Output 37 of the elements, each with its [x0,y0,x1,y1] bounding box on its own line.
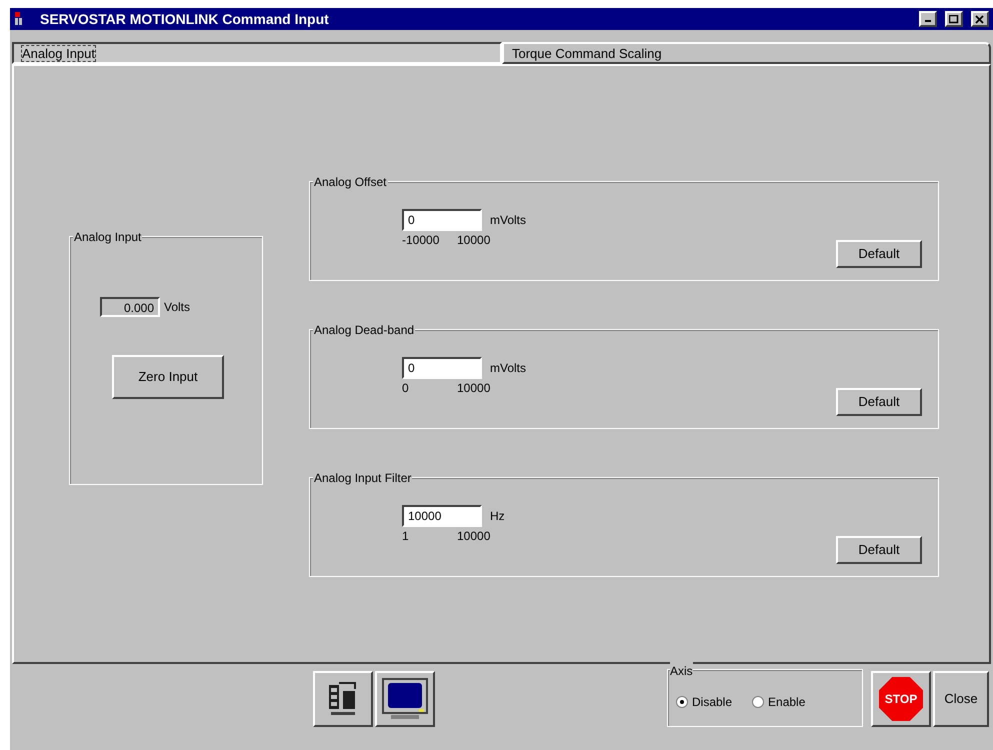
window-title: SERVOSTAR MOTIONLINK Command Input [40,10,330,29]
radio-button[interactable] [676,696,688,708]
radio-option[interactable]: Disable [676,693,732,711]
stop-button[interactable]: STOP [871,671,931,727]
min-label: 1 [402,528,410,545]
minimize-button[interactable] [919,11,937,27]
monitor-icon [381,677,429,721]
eeprom-button[interactable] [313,671,373,727]
radio-option[interactable]: Enable [752,693,806,711]
close-icon [975,14,985,24]
min-label: -10000 [402,232,440,249]
value-field[interactable]: 10000 [402,505,482,527]
minimize-icon [925,20,931,22]
tab[interactable]: Analog Input [12,42,502,64]
unit-label: Hz [490,508,505,525]
value-field[interactable]: 0 [402,209,482,231]
radio-button[interactable] [752,696,764,708]
app-icon [14,12,24,26]
unit-label: mVolts [490,360,526,377]
max-label: 10000 [457,380,490,397]
unit-label: Volts [164,299,190,316]
monitor-button[interactable] [375,671,435,727]
close-button[interactable]: Close [933,671,989,727]
maximize-button[interactable] [945,11,963,27]
tab[interactable]: Torque Command Scaling [502,42,991,64]
zero-input-button[interactable]: Zero Input [112,355,224,399]
maximize-icon [949,14,959,24]
default-button[interactable]: Default [836,240,922,268]
default-button[interactable]: Default [836,388,922,416]
default-button[interactable]: Default [836,536,922,564]
value-field[interactable]: 0 [402,357,482,379]
close-button[interactable] [971,11,989,27]
voltage-reading: 0.000 [100,297,160,317]
min-label: 0 [402,380,410,397]
max-label: 10000 [457,528,490,545]
unit-label: mVolts [490,212,526,229]
max-label: 10000 [457,232,490,249]
